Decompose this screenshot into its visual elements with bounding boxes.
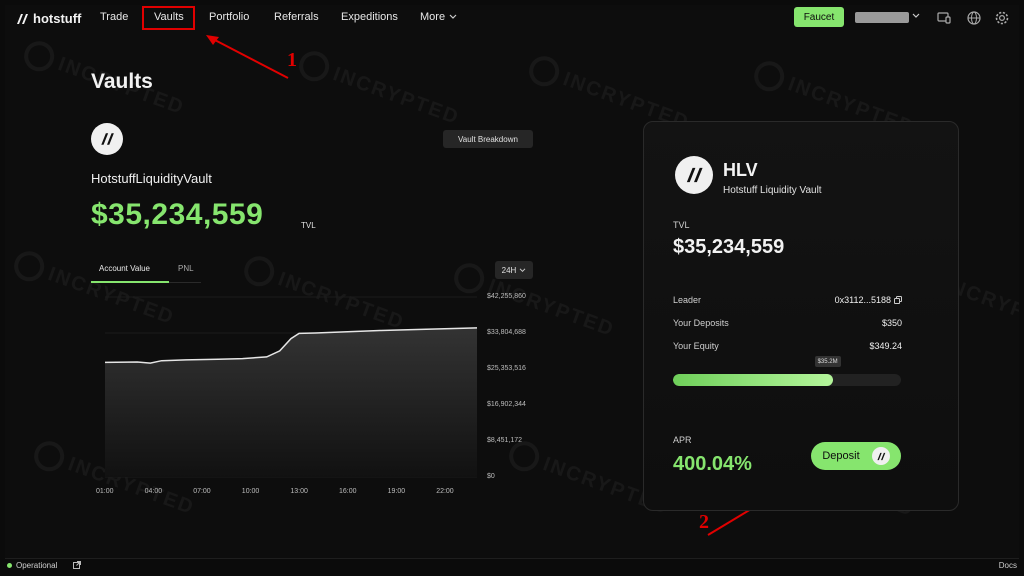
x-axis-tick-label: 16:00	[339, 488, 357, 495]
x-axis-tick-label: 07:00	[193, 488, 211, 495]
copy-icon[interactable]	[894, 296, 902, 304]
equity-value: $349.24	[869, 341, 902, 351]
x-axis-tick-label: 22:00	[436, 488, 454, 495]
chart-area	[105, 327, 477, 477]
progress-fill	[673, 374, 833, 386]
hotstuff-logo-icon	[686, 167, 703, 183]
card-vault-avatar	[675, 156, 713, 194]
deposits-value: $350	[881, 318, 902, 328]
card-tvl-label: TVL	[673, 220, 690, 230]
apr-label: APR	[673, 435, 692, 445]
y-axis-tick-label: $0	[487, 473, 495, 480]
app-frame: INCRYPTED INCRYPTED INCRYPTED INCRYPTED …	[5, 5, 1019, 571]
y-axis-tick-label: $16,902,344	[487, 401, 526, 408]
y-axis-tick-label: $42,255,860	[487, 293, 526, 300]
x-axis-tick-label: 10:00	[241, 488, 260, 495]
apr-value: 400.04%	[673, 453, 752, 475]
y-axis-tick-label: $8,451,172	[487, 437, 523, 444]
leader-address[interactable]: 0x3112...5188	[835, 295, 902, 305]
hotstuff-logo-icon	[877, 452, 885, 460]
y-axis-tick-label: $33,804,688	[487, 329, 526, 336]
vault-full-name: Hotstuff Liquidity Vault	[723, 185, 822, 196]
x-axis-tick-label: 01:00	[96, 488, 114, 495]
leader-address-text: 0x3112...5188	[834, 295, 891, 305]
deposits-label: Your Deposits	[673, 318, 729, 328]
equity-label: Your Equity	[673, 341, 719, 351]
card-tvl-value: $35,234,559	[673, 236, 785, 258]
docs-link[interactable]: Docs	[999, 561, 1017, 570]
leader-label: Leader	[673, 295, 702, 305]
deposit-label: Deposit	[822, 450, 860, 462]
status-bar: Operational Docs	[5, 558, 1019, 571]
vault-capacity-progress	[673, 374, 901, 386]
deposit-token-icon	[871, 447, 890, 465]
status-text: Operational	[16, 561, 58, 570]
x-axis-tick-label: 04:00	[144, 488, 163, 495]
x-axis-tick-label: 13:00	[290, 488, 308, 495]
deposit-button[interactable]: Deposit	[811, 442, 901, 470]
status-indicator	[7, 563, 12, 568]
x-axis-tick-label: 19:00	[387, 488, 406, 495]
y-axis-tick-label: $25,353,516	[487, 365, 526, 372]
progress-tooltip: $35.2M	[814, 356, 841, 367]
vault-symbol: HLV	[723, 160, 758, 180]
external-link-icon[interactable]	[73, 561, 81, 569]
